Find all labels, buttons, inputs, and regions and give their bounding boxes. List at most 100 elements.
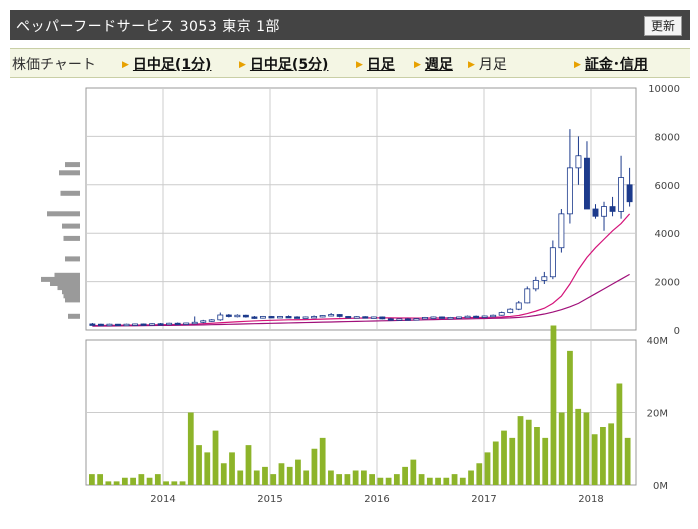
volume-profile-bar (65, 162, 80, 168)
candle-up (123, 323, 130, 327)
title-bar: ペッパーフードサービス 3053 東京 1部 更新 (10, 10, 690, 40)
volume-bar (583, 412, 590, 485)
nav-item-margin[interactable]: ▶ 証金･信用 (574, 54, 648, 74)
volume-bar (303, 470, 310, 485)
volume-profile-bar (62, 289, 80, 295)
candle-up (217, 314, 224, 321)
volume-bar (525, 419, 532, 485)
volume-bar (97, 474, 104, 485)
volume-bar (534, 427, 540, 485)
volume-bar (204, 452, 211, 485)
page-title: ペッパーフードサービス 3053 東京 1部 (16, 19, 281, 35)
candle-up (106, 323, 113, 327)
volume-bar (179, 481, 186, 485)
candle-down (157, 323, 164, 326)
volume-bar (270, 474, 277, 485)
volume-bar (591, 434, 598, 485)
volume-bar (567, 350, 573, 485)
volume-bar (476, 463, 483, 485)
volume-profile-bar (65, 256, 80, 262)
volume-profile-bar (63, 293, 80, 299)
price-tick-label: 10000 (648, 84, 680, 95)
volume-profile-bar (60, 190, 80, 196)
refresh-button[interactable]: 更新 (643, 16, 682, 36)
volume-bar (187, 412, 194, 485)
volume-bar (171, 481, 178, 485)
volume-bar (410, 459, 417, 485)
volume-bar (196, 445, 202, 485)
volume-bar (517, 416, 524, 485)
volume-bar (245, 445, 252, 485)
volume-bar (253, 470, 260, 485)
candle-up (149, 323, 156, 326)
price-panel (85, 87, 637, 331)
candle-up (490, 314, 497, 318)
volume-bar (229, 452, 235, 485)
moving-average-long-line (92, 273, 630, 327)
candle-up (498, 312, 505, 316)
nav-item-label: 日足 (366, 57, 395, 73)
volume-bar (509, 437, 516, 485)
volume-profile-bar (50, 281, 80, 286)
candle-up (208, 319, 215, 322)
candle-up (481, 315, 488, 318)
price-tick-label: 6000 (655, 181, 680, 192)
volume-bar (492, 441, 499, 485)
candle-down (242, 314, 249, 318)
volume-bar (336, 474, 343, 485)
candle-up (132, 323, 138, 326)
price-tick-label: 0 (674, 326, 680, 337)
moving-average-short-line (92, 213, 631, 327)
candle-down (609, 206, 616, 212)
volume-bar (105, 481, 112, 485)
volume-bar (130, 477, 136, 485)
volume-bar (459, 477, 466, 485)
x-tick-label: 2016 (364, 494, 389, 505)
candle-up (259, 316, 266, 319)
nav-item-intraday-1min[interactable]: ▶ 日中足(1分) (122, 54, 211, 74)
candle-up (507, 308, 514, 313)
volume-bar (616, 383, 623, 485)
candle-up (456, 316, 463, 319)
volume-bar (418, 474, 425, 485)
candle-up (396, 318, 403, 321)
candle-down (97, 323, 104, 327)
volume-profile-bar (62, 223, 80, 229)
candle-up (447, 317, 454, 320)
candle-down (294, 316, 301, 319)
volume-profile-bar (68, 313, 80, 319)
volume-profile-bar (47, 211, 80, 217)
volume-bar (624, 437, 631, 485)
candle-up (302, 316, 309, 319)
x-tick-label: 2018 (578, 494, 603, 505)
volume-bar (352, 470, 359, 485)
price-tick-label: 8000 (655, 132, 680, 143)
stock-chart: 10000 8000 6000 4000 2000 0 40M 20M 0M 2014 2015 20… (41, 84, 680, 505)
candle-up (183, 322, 190, 325)
volume-bar (121, 477, 128, 485)
nav-item-weekly[interactable]: ▶ 週足 (414, 54, 453, 74)
chart-period-nav: 株価チャート ▶ 日中足(1分) ▶ 日中足(5分) ▶ 日足 ▶ 週足 ▶ 月足 ▶ 証金… (10, 48, 690, 78)
candle-up (353, 316, 360, 319)
nav-item-label: 週足 (424, 57, 453, 73)
volume-bar (163, 481, 169, 485)
volume-bar (328, 470, 334, 485)
candle-down (89, 323, 96, 326)
nav-item-daily[interactable]: ▶ 日足 (356, 54, 395, 74)
volume-bar (443, 477, 450, 485)
volume-bar (311, 448, 318, 485)
candle-up (277, 316, 283, 319)
volume-panel (85, 339, 637, 486)
candle-down (268, 316, 275, 319)
candle-up (549, 247, 556, 278)
nav-item-label: 日中足(5分) (249, 57, 329, 73)
candle-down (345, 316, 352, 319)
candle-down (387, 318, 394, 321)
nav-item-intraday-5min[interactable]: ▶ 日中足(5分) (239, 54, 328, 74)
candle-down (473, 315, 480, 319)
candle-down (336, 314, 343, 317)
candle-down (251, 316, 258, 319)
volume-bar (262, 466, 268, 485)
candle-down (584, 157, 590, 210)
candle-down (592, 208, 599, 217)
